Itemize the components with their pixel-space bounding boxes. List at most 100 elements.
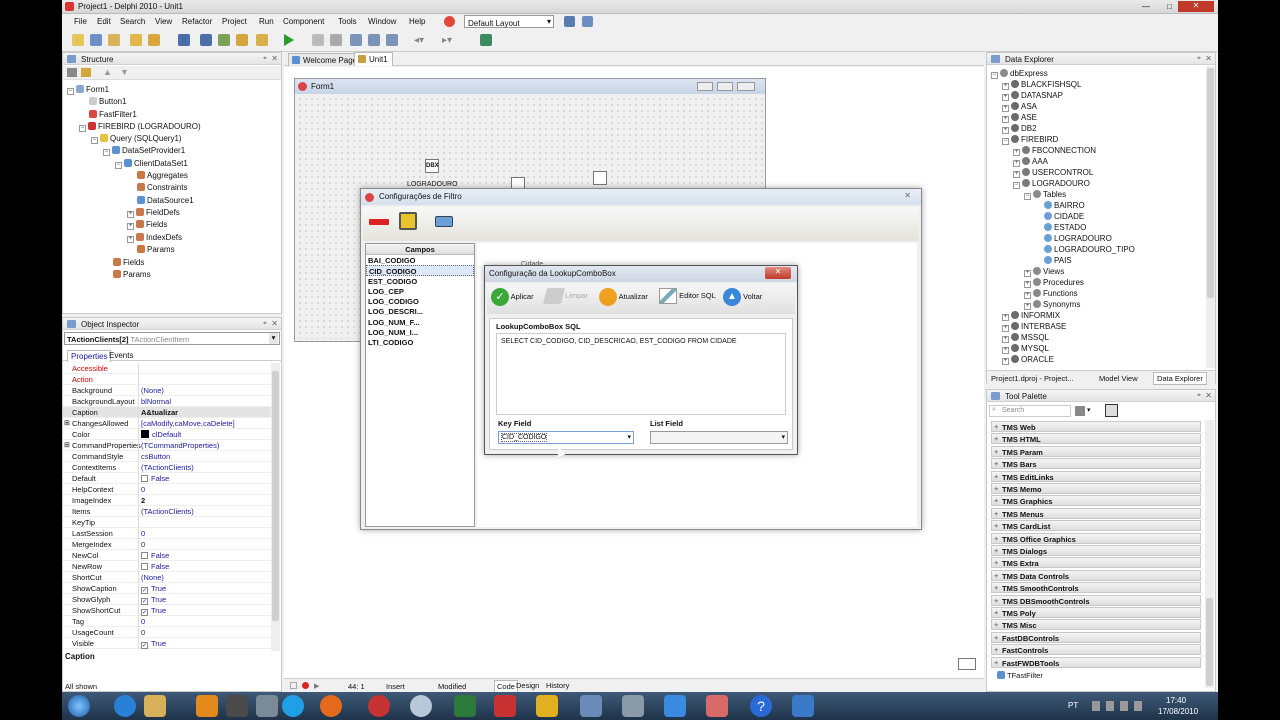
expand-icon[interactable]: + bbox=[1002, 314, 1009, 321]
property-value[interactable]: (TActionClients) bbox=[141, 507, 194, 516]
property-row[interactable]: NewRow False bbox=[63, 561, 271, 572]
property-value[interactable]: ✓ True bbox=[141, 595, 166, 605]
expand-icon[interactable]: + bbox=[1024, 281, 1031, 288]
campo-item[interactable]: LTI_CODIGO bbox=[366, 337, 474, 347]
property-value[interactable]: 0 bbox=[141, 529, 145, 538]
property-row[interactable]: NewCol False bbox=[63, 550, 271, 561]
property-value[interactable]: False bbox=[141, 562, 169, 571]
voltar-button[interactable]: ▲ Voltar bbox=[723, 288, 762, 306]
property-row[interactable]: ShowCaption ✓ True bbox=[63, 583, 271, 594]
data-explorer-scrollbar[interactable] bbox=[1206, 66, 1215, 368]
save-icon[interactable] bbox=[399, 212, 417, 230]
app-icon[interactable] bbox=[536, 695, 558, 717]
expand-icon[interactable]: + bbox=[1002, 94, 1009, 101]
minimize-button[interactable] bbox=[697, 82, 713, 91]
property-row[interactable]: UsageCount 0 bbox=[63, 627, 271, 638]
palette-item[interactable]: TFastFilter bbox=[997, 671, 1043, 680]
palette-category[interactable]: TMS SmoothControls bbox=[991, 582, 1201, 594]
campo-item[interactable]: LOG_CODIGO bbox=[366, 296, 474, 306]
palette-category[interactable]: TMS DBSmoothControls bbox=[991, 594, 1201, 606]
delphi-taskbar-icon[interactable] bbox=[368, 695, 390, 717]
media-player-icon[interactable] bbox=[196, 695, 218, 717]
property-row[interactable]: Background (None) bbox=[63, 385, 271, 396]
clock-date[interactable]: 17/08/2010 bbox=[1158, 707, 1198, 716]
property-row[interactable]: Visible ✓ True bbox=[63, 638, 271, 649]
campo-item[interactable]: CID_CODIGO bbox=[366, 265, 474, 276]
tree-item[interactable]: + IndexDefs bbox=[127, 233, 182, 243]
campo-item[interactable]: BAI_CODIGO bbox=[366, 255, 474, 265]
expand-icon[interactable]: − bbox=[1024, 193, 1031, 200]
tree-item[interactable]: Button1 bbox=[89, 97, 127, 106]
scrollbar-thumb[interactable] bbox=[1206, 598, 1213, 686]
down-arrow-icon[interactable]: ▼ bbox=[120, 67, 129, 77]
palette-category[interactable]: TMS Office Graphics bbox=[991, 532, 1201, 544]
explorer-tree-item[interactable]: + FBCONNECTION bbox=[1013, 146, 1096, 156]
close-button[interactable]: ✕ bbox=[1178, 1, 1214, 12]
close-icon[interactable]: ✕ bbox=[1205, 54, 1212, 63]
tree-item[interactable]: Params bbox=[137, 245, 175, 254]
tab-code[interactable]: Code bbox=[494, 680, 518, 692]
menu-component[interactable]: Component bbox=[283, 17, 324, 26]
tree-item[interactable]: DataSource1 bbox=[137, 196, 194, 205]
app-icon[interactable] bbox=[664, 695, 686, 717]
scrollbar-thumb[interactable] bbox=[1207, 68, 1214, 298]
campo-item[interactable]: EST_CODIGO bbox=[366, 276, 474, 286]
explorer-tree-item[interactable]: LOGRADOURO_TIPO bbox=[1035, 245, 1135, 254]
step-over-icon[interactable] bbox=[350, 34, 362, 46]
checkbox-icon[interactable] bbox=[141, 475, 148, 482]
expand-icon[interactable]: + bbox=[1002, 116, 1009, 123]
palette-category[interactable]: FastFWDBTools bbox=[991, 656, 1201, 668]
property-value[interactable]: (TCommandProperties) bbox=[141, 441, 219, 450]
menu-search[interactable]: Search bbox=[120, 17, 145, 26]
property-value[interactable]: (TActionClients) bbox=[141, 463, 194, 472]
tab-history[interactable]: History bbox=[546, 681, 569, 690]
tab-project-manager[interactable]: Project1.dproj - Project... bbox=[991, 374, 1074, 383]
lock-icon[interactable] bbox=[256, 34, 268, 46]
menu-refactor[interactable]: Refactor bbox=[182, 17, 212, 26]
expand-icon[interactable]: + bbox=[1002, 325, 1009, 332]
close-icon[interactable]: ✕ bbox=[1205, 391, 1212, 400]
property-value[interactable]: ✓ True bbox=[141, 584, 166, 594]
campos-list[interactable]: Campos BAI_CODIGO CID_CODIGO EST_CODIGO LOG… bbox=[365, 243, 475, 527]
expand-icon[interactable]: + bbox=[1024, 292, 1031, 299]
record-icon[interactable] bbox=[302, 682, 309, 689]
chevron-down-icon[interactable]: ▾ bbox=[1087, 406, 1091, 414]
property-value[interactable]: blNormal bbox=[141, 397, 171, 406]
tab-events[interactable]: Events bbox=[109, 351, 133, 360]
tab-design[interactable]: Design bbox=[516, 681, 539, 690]
disk-icon[interactable] bbox=[256, 695, 278, 717]
object-selector[interactable]: TActionClients[2] TActionClientItem ▾ bbox=[64, 332, 280, 345]
property-value[interactable]: False bbox=[141, 474, 169, 483]
palette-category[interactable]: TMS Param bbox=[991, 445, 1201, 457]
app-icon[interactable] bbox=[410, 695, 432, 717]
explorer-tree-item[interactable]: LOGRADOURO bbox=[1035, 234, 1112, 243]
palette-category[interactable]: TMS Graphics bbox=[991, 495, 1201, 507]
property-row[interactable]: ShowShortCut ✓ True bbox=[63, 605, 271, 616]
property-value[interactable]: csButton bbox=[141, 452, 170, 461]
expand-icon[interactable]: ⊞ bbox=[64, 441, 70, 449]
property-value[interactable]: 0 bbox=[141, 485, 145, 494]
tab-unit1[interactable]: Unit1 bbox=[354, 52, 393, 66]
ibexpert-icon[interactable] bbox=[454, 695, 476, 717]
property-value[interactable]: False bbox=[141, 551, 169, 560]
tray-icons[interactable] bbox=[1092, 701, 1146, 711]
minimize-button[interactable]: — bbox=[1142, 2, 1150, 11]
checkbox-icon[interactable] bbox=[141, 552, 148, 559]
property-row[interactable]: Items (TActionClients) bbox=[63, 506, 271, 517]
app-icon[interactable] bbox=[706, 695, 728, 717]
property-value[interactable]: A&tualizar bbox=[141, 408, 178, 417]
tree-item[interactable]: + Fields bbox=[127, 220, 167, 230]
aplicar-button[interactable]: ✓ Aplicar bbox=[491, 288, 534, 306]
tree-item[interactable]: Params bbox=[113, 270, 151, 279]
stop-icon[interactable] bbox=[330, 34, 342, 46]
property-row[interactable]: MergeIndex 0 bbox=[63, 539, 271, 550]
tab-welcome-page[interactable]: Welcome Page bbox=[288, 53, 363, 66]
menu-view[interactable]: View bbox=[155, 17, 172, 26]
pin-icon[interactable]: ⌖ bbox=[263, 320, 267, 328]
explorer-tree-item[interactable]: BAIRRO bbox=[1035, 201, 1085, 210]
explorer-tree-item[interactable]: + Synonyms bbox=[1024, 300, 1080, 310]
layout-icon[interactable] bbox=[444, 16, 455, 27]
tree-item[interactable]: − FIREBIRD (LOGRADOURO) bbox=[79, 122, 201, 132]
palette-category[interactable]: TMS Web bbox=[991, 421, 1201, 432]
open-icon[interactable] bbox=[130, 34, 142, 46]
